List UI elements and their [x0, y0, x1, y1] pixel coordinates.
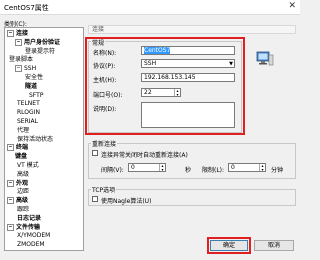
tree-item[interactable]: 日志记录: [17, 215, 41, 223]
collapse-toggle-icon[interactable]: −: [15, 65, 22, 73]
collapse-toggle-icon[interactable]: −: [15, 38, 22, 46]
tcp-legend: TCP选项: [91, 185, 117, 194]
tree-item-label: 高级: [17, 170, 30, 178]
tree-item[interactable]: 键盘: [15, 153, 27, 161]
tree-item-label: RLOGIN: [17, 109, 40, 117]
ok-highlight-box: [207, 237, 251, 254]
interval-label: 间隔(V):: [101, 167, 124, 174]
auto-reconnect-label: 连接异常关闭时自动重新连接(A): [101, 152, 188, 159]
tree-item[interactable]: 边距: [17, 188, 29, 196]
tree-item[interactable]: SERIAL: [17, 118, 38, 126]
limit-label: 限制(L):: [202, 167, 225, 174]
tree-item-label: 文件传输: [16, 223, 41, 231]
title-bar: CentOS7属性 ✕: [0, 0, 300, 15]
tree-item[interactable]: 安全性: [25, 74, 43, 82]
tree-item-label: 用户身份验证: [24, 38, 61, 46]
tree-item-label: 键盘: [15, 153, 28, 161]
computer-icon: [256, 51, 274, 66]
tree-item-label: SFTP: [29, 91, 44, 99]
limit-field[interactable]: 0 ▴ ▾: [228, 163, 266, 172]
close-icon[interactable]: ✕: [288, 1, 296, 11]
tree-item-label: 登录脚本: [9, 56, 34, 64]
tree-item[interactable]: 保持活动状态: [17, 136, 53, 144]
collapse-toggle-icon[interactable]: −: [7, 197, 14, 205]
tree-item[interactable]: 登录提示符: [25, 48, 55, 56]
nagle-checkbox[interactable]: [92, 196, 98, 202]
tree-item-label: 保持活动状态: [17, 135, 54, 143]
tree-item-label: 跟踪: [17, 206, 30, 213]
tree-item[interactable]: TELNET: [17, 100, 40, 108]
tree-item[interactable]: − 外观: [7, 179, 29, 188]
interval-field[interactable]: 0 ▴ ▾: [128, 163, 166, 172]
tree-item-label: X/YMODEM: [17, 232, 51, 240]
tree-item[interactable]: RLOGIN: [17, 109, 40, 117]
collapse-toggle-icon[interactable]: −: [7, 30, 14, 37]
collapse-toggle-icon[interactable]: −: [7, 144, 14, 152]
tree-item[interactable]: − SSH: [15, 65, 36, 73]
tree-item-label: 登录提示符: [25, 47, 56, 55]
tree-item-label: VT 模式: [17, 162, 39, 169]
tree-item[interactable]: ZMODEM: [17, 241, 45, 249]
tree-item-label: 日志记录: [17, 214, 42, 222]
tree-item[interactable]: 代理: [17, 127, 29, 135]
tree-item[interactable]: 跟踪: [17, 206, 29, 214]
tree-item-label: 终端: [16, 144, 29, 152]
minutes-unit: 分钟: [271, 167, 284, 174]
tree-item-label: 外观: [16, 179, 29, 187]
tree-item[interactable]: 隧道: [25, 83, 37, 91]
tree-item[interactable]: − 高级: [7, 197, 28, 205]
tree-item-label: 高级: [16, 197, 29, 205]
tree-item[interactable]: VT 模式: [17, 162, 39, 170]
tree-item-label: ZMODEM: [17, 241, 45, 249]
tree-item-label: 代理: [17, 126, 30, 134]
seconds-unit: 秒: [185, 167, 192, 174]
tree-item-label: 安全性: [25, 74, 44, 81]
cancel-button[interactable]: 取消: [254, 240, 294, 251]
auto-reconnect-checkbox[interactable]: [92, 150, 98, 156]
tree-item[interactable]: − 连接: [7, 30, 28, 38]
tree-item[interactable]: − 用户身份验证: [15, 38, 61, 47]
tree-item[interactable]: SFTP: [29, 92, 43, 100]
tree-item[interactable]: X/YMODEM: [17, 232, 50, 240]
nagle-label: 使用Nagle算法(U): [101, 198, 152, 205]
limit-value: 0: [231, 164, 235, 171]
tree-item-label: 连接: [16, 30, 29, 37]
tree-item-label: 边距: [17, 188, 30, 196]
tree-item[interactable]: 登录脚本: [9, 56, 33, 64]
window-title: CentOS7属性: [4, 4, 49, 12]
tree-item-label: 隧道: [25, 82, 38, 90]
reconnect-legend: 重新连接: [91, 139, 118, 148]
tree-item[interactable]: − 终端: [7, 144, 28, 152]
category-tree[interactable]: − 连接 − 用户身份验证 登录提示符 登录脚本 − SSH 安全性 隧道 SFTP TELNET RL…: [4, 27, 84, 251]
section-header: 连接: [88, 25, 296, 34]
tree-item[interactable]: − 文件传输: [7, 223, 41, 232]
tree-item[interactable]: 高级: [17, 171, 29, 179]
highlight-box: [85, 37, 245, 135]
collapse-toggle-icon[interactable]: −: [7, 179, 14, 187]
spinner-icon[interactable]: ▴ ▾: [259, 164, 265, 172]
spinner-icon[interactable]: ▴ ▾: [159, 164, 165, 172]
tree-item-label: SERIAL: [17, 118, 38, 125]
tree-item-label: SSH: [24, 65, 37, 73]
tree-item-label: TELNET: [17, 100, 40, 108]
collapse-toggle-icon[interactable]: −: [7, 223, 14, 231]
interval-value: 0: [131, 164, 135, 171]
